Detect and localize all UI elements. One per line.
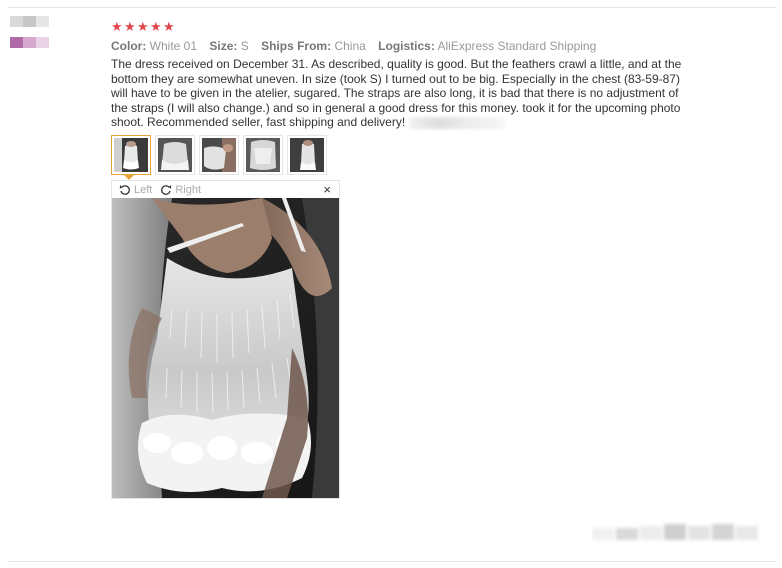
rotate-left-icon [119,184,130,195]
star-icon: ★ [124,19,136,34]
thumbnail-5-image [290,138,324,172]
thumbnail-5[interactable] [287,135,327,175]
star-icon: ★ [137,19,149,34]
thumbnail-4-image [246,138,280,172]
attr-color-key: Color: [111,39,147,53]
review-text-container: The dress received on December 31. As de… [111,57,696,130]
attr-ships-from-key: Ships From: [261,39,332,53]
photo-viewer: Left Right × [111,180,340,499]
rotate-left-label: Left [134,183,153,196]
thumbnail-2[interactable] [155,135,195,175]
attr-ships-from-value: China [334,39,366,53]
bottom-divider [8,561,776,562]
rotate-left-button[interactable]: Left [119,184,152,196]
viewer-toolbar: Left Right × [112,181,339,198]
close-viewer-button[interactable]: × [323,182,331,197]
rotate-right-label: Right [175,183,202,196]
reviewer-info [10,16,50,58]
thumbnail-1-image [114,138,148,172]
attr-logistics-key: Logistics: [378,39,435,53]
review-photo-image [112,198,339,498]
star-icon: ★ [150,19,162,34]
review-photo[interactable] [112,198,339,498]
thumbnail-3-image [202,138,236,172]
reviewer-flag-blurred [10,37,50,48]
review-block: ★ ★ ★ ★ ★ Color: White 01 Size: S Ships … [111,20,701,130]
thumbnail-3[interactable] [199,135,239,175]
thumbnail-2-image [158,138,192,172]
star-icon: ★ [111,19,123,34]
thumbnail-1[interactable] [111,135,151,175]
attr-size-key: Size: [209,39,238,53]
rotate-right-icon [161,184,172,195]
attr-size-value: S [240,39,249,53]
rotate-right-button[interactable]: Right [160,184,201,196]
blurred-review-date [592,524,758,540]
attr-logistics-value: AliExpress Standard Shipping [437,39,597,53]
attr-color-value: White 01 [149,39,198,53]
photo-thumbnails [111,135,331,175]
top-divider [8,7,776,8]
thumbnail-4[interactable] [243,135,283,175]
blurred-signature [408,116,505,129]
star-icon: ★ [163,19,175,34]
reviewer-name-blurred [10,16,50,27]
star-rating: ★ ★ ★ ★ ★ [111,20,701,34]
order-attributes: Color: White 01 Size: S Ships From: Chin… [111,38,701,55]
review-text: The dress received on December 31. As de… [111,57,682,129]
